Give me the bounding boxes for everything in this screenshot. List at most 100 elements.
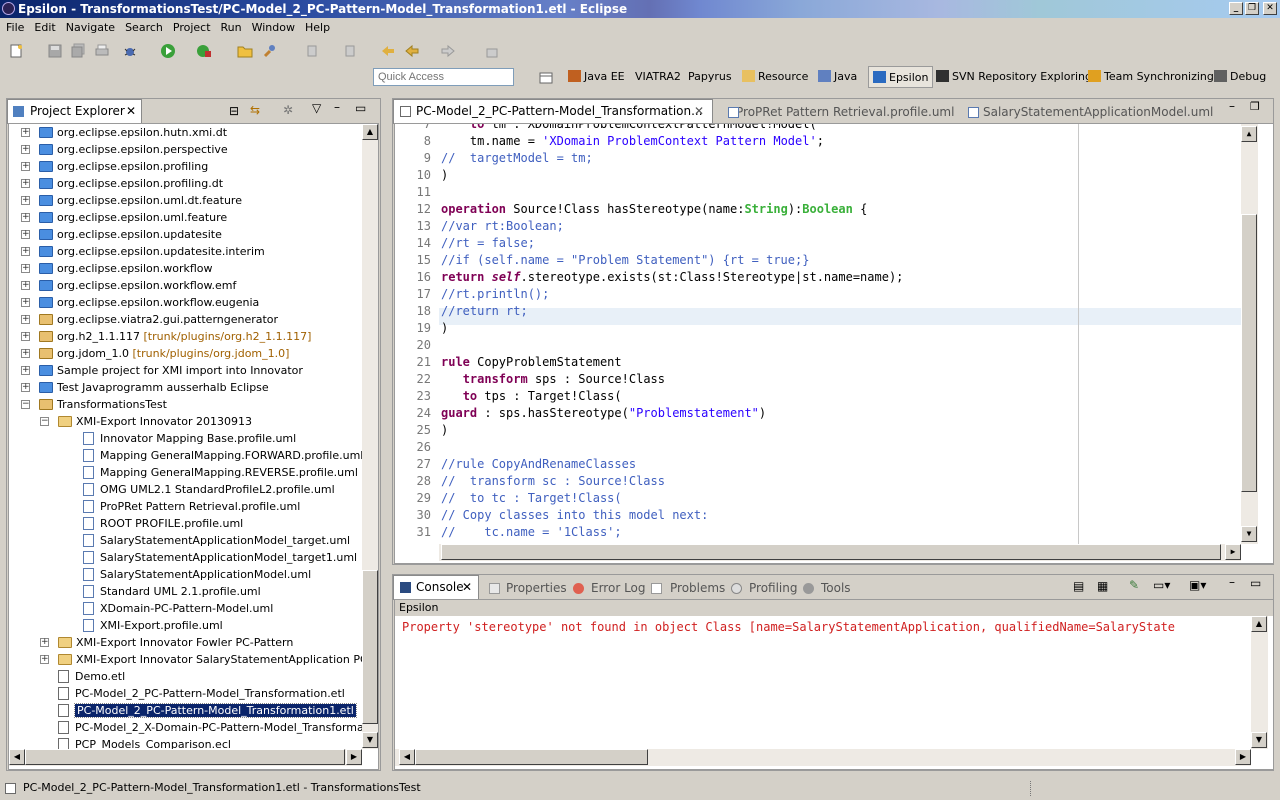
- code-line[interactable]: operation Source!Class hasStereotype(nam…: [441, 202, 867, 216]
- display-console-icon[interactable]: ▭▾: [1153, 578, 1170, 592]
- perspective-papyrus[interactable]: Papyrus: [688, 66, 732, 88]
- tab-propret-profile[interactable]: ProPRet Pattern Retrieval.profile.uml: [728, 101, 954, 125]
- code-editor[interactable]: 7 to tm : XDomainProblemContextPatternMo…: [394, 123, 1274, 564]
- perspective-debug[interactable]: Debug: [1214, 66, 1266, 88]
- tab-project-explorer[interactable]: Project Explorer ✕: [7, 99, 142, 124]
- tree-expander-icon[interactable]: +: [21, 349, 30, 358]
- scroll-lock-icon[interactable]: ▦: [1097, 579, 1108, 593]
- menu-file[interactable]: File: [6, 21, 24, 34]
- minimize-button[interactable]: _: [1229, 2, 1243, 15]
- code-line[interactable]: // targetModel = tm;: [441, 151, 593, 165]
- code-line[interactable]: //return rt;: [441, 304, 528, 318]
- code-line[interactable]: tm.name = 'XDomain ProblemContext Patter…: [441, 134, 824, 148]
- collapse-all-icon[interactable]: ⊟: [229, 104, 239, 118]
- save-icon[interactable]: [47, 43, 63, 59]
- tree-expander-icon[interactable]: +: [21, 196, 30, 205]
- tree-expander-icon[interactable]: +: [21, 281, 30, 290]
- code-line[interactable]: ): [441, 321, 448, 335]
- open-console-icon[interactable]: ▣▾: [1189, 578, 1206, 592]
- tree-expander-icon[interactable]: −: [21, 400, 30, 409]
- open-perspective-icon[interactable]: [538, 70, 554, 86]
- tree-expander-icon[interactable]: +: [21, 247, 30, 256]
- console-hscroll-thumb[interactable]: [415, 749, 648, 765]
- code-line[interactable]: ): [441, 168, 448, 182]
- tree-vscroll[interactable]: ▲ ▼: [362, 124, 378, 749]
- code-line[interactable]: to tm : XDomainProblemContextPatternMode…: [441, 124, 817, 131]
- minimize-console-icon[interactable]: –: [1229, 575, 1235, 589]
- forward-icon[interactable]: [440, 43, 456, 59]
- new-icon[interactable]: [8, 43, 24, 59]
- maximize-editor-icon[interactable]: ❐: [1250, 100, 1260, 113]
- clear-console-icon[interactable]: ▤: [1073, 579, 1084, 593]
- perspective-epsilon[interactable]: Epsilon: [868, 66, 934, 88]
- pin-console-icon[interactable]: ✎: [1129, 578, 1139, 592]
- pin-icon[interactable]: [484, 43, 500, 59]
- search-icon[interactable]: [262, 43, 278, 59]
- console-error-message[interactable]: Property 'stereotype' not found in objec…: [402, 620, 1175, 634]
- code-line[interactable]: // Copy classes into this model next:: [441, 508, 708, 522]
- menu-window[interactable]: Window: [252, 21, 295, 34]
- perspective-java[interactable]: Java: [818, 66, 857, 88]
- close-button[interactable]: ✕: [1263, 2, 1277, 15]
- print-icon[interactable]: [94, 43, 110, 59]
- code-line[interactable]: rule CopyProblemStatement: [441, 355, 622, 369]
- tree-expander-icon[interactable]: +: [21, 128, 30, 137]
- menu-navigate[interactable]: Navigate: [66, 21, 115, 34]
- code-line[interactable]: guard : sps.hasStereotype("Problemstatem…: [441, 406, 766, 420]
- code-line[interactable]: // tc.name = '1Class';: [441, 525, 622, 539]
- perspective-java-ee[interactable]: Java EE: [568, 66, 625, 88]
- close-editor-icon[interactable]: ✕: [694, 100, 704, 122]
- code-line[interactable]: // transform sc : Source!Class: [441, 474, 665, 488]
- editor-vscroll[interactable]: ▲ ▼: [1241, 124, 1258, 544]
- tab-profiling[interactable]: Profiling: [731, 577, 798, 601]
- code-line[interactable]: //rt.println();: [441, 287, 549, 301]
- save-all-icon[interactable]: [70, 43, 86, 59]
- menu-run[interactable]: Run: [221, 21, 242, 34]
- console-vscroll[interactable]: ▲ ▼: [1251, 616, 1268, 749]
- code-line[interactable]: return self.stereotype.exists(st:Class!S…: [441, 270, 903, 284]
- editor-hscroll-thumb[interactable]: [441, 544, 1221, 560]
- code-line[interactable]: //if (self.name = "Problem Statement") {…: [441, 253, 809, 267]
- tree-expander-icon[interactable]: −: [40, 417, 49, 426]
- code-line[interactable]: to tps : Target!Class(: [441, 389, 622, 403]
- back-icon[interactable]: [404, 43, 420, 59]
- console-hscroll[interactable]: ◀ ▶: [395, 749, 1251, 766]
- next-annotation-icon[interactable]: [305, 43, 321, 59]
- open-folder-icon[interactable]: [237, 43, 253, 59]
- minimize-editor-icon[interactable]: –: [1229, 99, 1235, 113]
- editor-vscroll-thumb[interactable]: [1241, 214, 1257, 492]
- tree-expander-icon[interactable]: +: [21, 332, 30, 341]
- quick-access-input[interactable]: [373, 68, 514, 86]
- view-menu-icon[interactable]: ▽: [312, 101, 321, 115]
- perspective-svn[interactable]: SVN Repository Exploring: [936, 66, 1092, 88]
- close-tab-icon[interactable]: ✕: [126, 100, 136, 122]
- debug-icon[interactable]: [122, 43, 138, 59]
- tab-editor-transformation[interactable]: PC-Model_2_PC-Pattern-Model_Transformati…: [393, 99, 713, 124]
- editor-hscroll[interactable]: ▶: [439, 544, 1241, 561]
- prev-annotation-icon[interactable]: [343, 43, 359, 59]
- tree-expander-icon[interactable]: +: [21, 230, 30, 239]
- tree-vscroll-thumb[interactable]: [362, 570, 378, 724]
- tree-expander-icon[interactable]: +: [21, 264, 30, 273]
- tree-expander-icon[interactable]: +: [21, 383, 30, 392]
- tab-properties[interactable]: Properties: [489, 577, 567, 601]
- tree-expander-icon[interactable]: +: [21, 366, 30, 375]
- maximize-view-icon[interactable]: ▭: [355, 101, 366, 115]
- code-line[interactable]: //var rt:Boolean;: [441, 219, 564, 233]
- close-console-icon[interactable]: ✕: [462, 576, 472, 598]
- code-line[interactable]: ): [441, 423, 448, 437]
- tree-hscroll-thumb[interactable]: [25, 749, 345, 765]
- tree-expander-icon[interactable]: +: [21, 179, 30, 188]
- tab-console[interactable]: Console ✕: [393, 575, 479, 600]
- last-edit-icon[interactable]: [380, 43, 396, 59]
- code-line[interactable]: //rt = false;: [441, 236, 535, 250]
- menu-search[interactable]: Search: [125, 21, 163, 34]
- tree-hscroll[interactable]: ◀ ▶: [9, 749, 362, 766]
- tree-expander-icon[interactable]: +: [21, 162, 30, 171]
- minimize-view-icon[interactable]: –: [334, 100, 340, 114]
- code-line[interactable]: //rule CopyAndRenameClasses: [441, 457, 636, 471]
- perspective-team-sync[interactable]: Team Synchronizing: [1088, 66, 1214, 88]
- tab-salary-model[interactable]: SalaryStatementApplicationModel.uml: [968, 101, 1213, 125]
- tab-problems[interactable]: Problems: [651, 577, 725, 601]
- maximize-console-icon[interactable]: ▭: [1250, 576, 1261, 590]
